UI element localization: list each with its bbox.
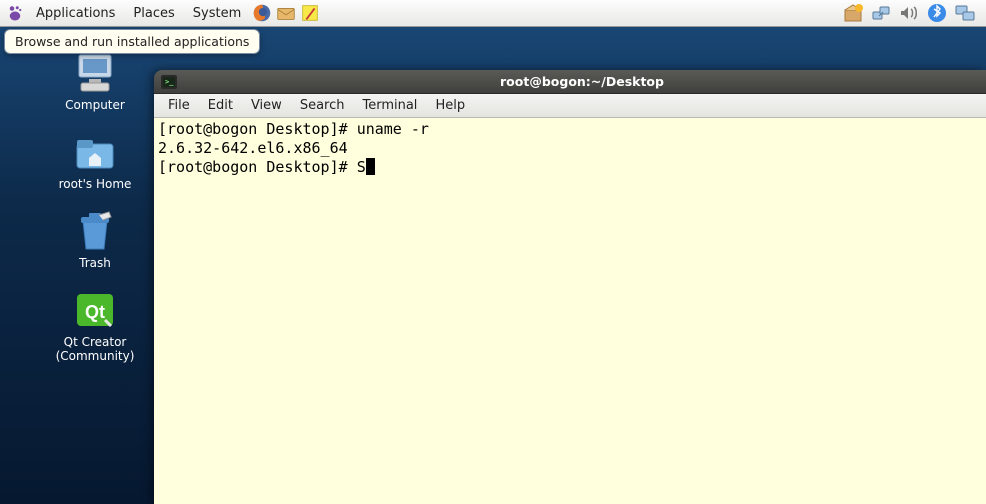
desktop-icon-label: Computer xyxy=(65,98,125,112)
terminal-line: [root@bogon Desktop]# S xyxy=(158,158,982,177)
desktop-icon-computer[interactable]: Computer xyxy=(50,51,140,112)
panel-left: Applications Places System xyxy=(4,2,321,25)
top-panel: Applications Places System xyxy=(0,0,986,27)
desktop-icons: Computer root's Home Trash Qt Qt Creator… xyxy=(50,51,140,363)
terminal-body[interactable]: [root@bogon Desktop]# uname -r2.6.32-642… xyxy=(154,118,986,504)
panel-right xyxy=(842,2,982,24)
notes-launcher-icon[interactable] xyxy=(299,2,321,24)
terminal-prompt: [root@bogon Desktop]# xyxy=(158,120,357,138)
menubar-help[interactable]: Help xyxy=(427,95,473,116)
display-icon[interactable] xyxy=(954,2,976,24)
terminal-window: >_ root@bogon:~/Desktop File Edit View S… xyxy=(154,70,986,504)
gnome-foot-icon xyxy=(4,2,26,24)
menubar-search[interactable]: Search xyxy=(292,95,353,116)
firefox-launcher-icon[interactable] xyxy=(251,2,273,24)
evolution-launcher-icon[interactable] xyxy=(275,2,297,24)
terminal-prompt: [root@bogon Desktop]# xyxy=(158,158,357,176)
desktop-icon-label: root's Home xyxy=(59,177,132,191)
terminal-output: 2.6.32-642.el6.x86_64 xyxy=(158,139,982,158)
terminal-title: root@bogon:~/Desktop xyxy=(178,74,986,89)
network-icon[interactable] xyxy=(870,2,892,24)
menu-places[interactable]: Places xyxy=(125,2,182,25)
package-update-icon[interactable] xyxy=(842,2,864,24)
trash-icon xyxy=(71,209,119,253)
desktop-icon-label: Trash xyxy=(79,256,111,270)
svg-text:Qt: Qt xyxy=(85,302,105,322)
terminal-line: [root@bogon Desktop]# uname -r xyxy=(158,120,982,139)
applications-tooltip: Browse and run installed applications xyxy=(4,29,260,54)
volume-icon[interactable] xyxy=(898,2,920,24)
terminal-menubar: File Edit View Search Terminal Help xyxy=(154,94,986,118)
desktop-icon-trash[interactable]: Trash xyxy=(50,209,140,270)
desktop-icon-label: Qt Creator (Community) xyxy=(50,335,140,363)
terminal-cursor xyxy=(366,158,375,175)
menu-system[interactable]: System xyxy=(185,2,249,25)
terminal-icon: >_ xyxy=(160,73,178,91)
menubar-terminal[interactable]: Terminal xyxy=(354,95,425,116)
menu-applications[interactable]: Applications xyxy=(28,2,123,25)
menubar-file[interactable]: File xyxy=(160,95,198,116)
bluetooth-icon[interactable] xyxy=(926,2,948,24)
home-folder-icon xyxy=(71,130,119,174)
qt-creator-icon: Qt xyxy=(71,288,119,332)
terminal-command: uname -r xyxy=(357,120,429,138)
terminal-titlebar[interactable]: >_ root@bogon:~/Desktop xyxy=(154,70,986,94)
computer-icon xyxy=(71,51,119,95)
svg-text:>_: >_ xyxy=(165,78,174,86)
menubar-edit[interactable]: Edit xyxy=(200,95,241,116)
menubar-view[interactable]: View xyxy=(243,95,290,116)
desktop: Computer root's Home Trash Qt Qt Creator… xyxy=(0,27,986,504)
desktop-icon-qtcreator[interactable]: Qt Qt Creator (Community) xyxy=(50,288,140,363)
terminal-input: S xyxy=(357,158,366,176)
desktop-icon-home[interactable]: root's Home xyxy=(50,130,140,191)
